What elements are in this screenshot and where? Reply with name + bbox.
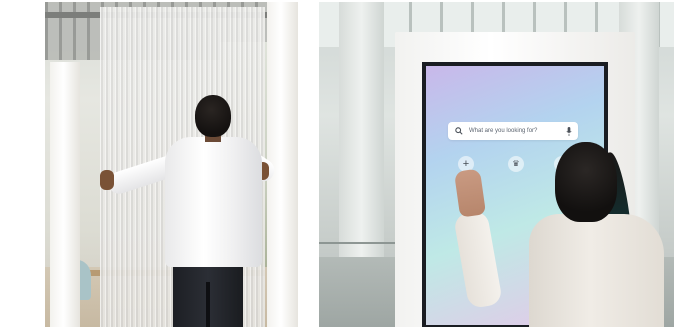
woman-touching-kiosk-photo: What are you looking for? + ♛ [319,2,674,327]
crown-icon: ♛ [512,159,520,168]
man-shirt [165,137,262,267]
man-left-hand [100,170,114,190]
plus-icon: + [462,157,470,170]
search-icon [455,127,463,135]
microphone-icon[interactable] [566,126,572,136]
crown-button[interactable]: ♛ [508,156,524,172]
railing [319,242,399,244]
woman-head [555,142,617,222]
column-left [50,62,80,327]
woman-sweater [529,214,664,327]
man-head [195,95,231,137]
man-reaching-curtain-photo [45,2,298,327]
man-leg-split [206,282,210,327]
kiosk-search-bar[interactable]: What are you looking for? [448,122,578,140]
search-placeholder: What are you looking for? [469,128,538,134]
